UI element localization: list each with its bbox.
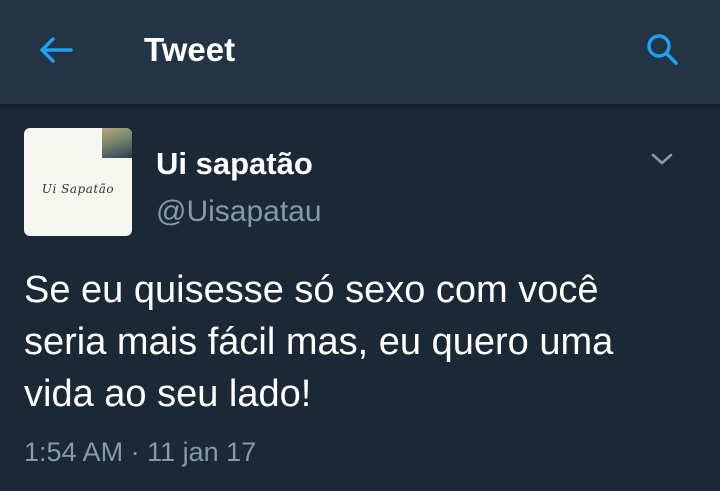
avatar[interactable]: Ui Sapatão <box>24 128 132 236</box>
tweet-text: Se eu quisesse só sexo com você seria ma… <box>24 264 694 420</box>
arrow-left-icon <box>40 37 73 63</box>
avatar-photo-thumbnail <box>102 128 132 158</box>
tweet-text-line: vida ao seu lado! <box>24 373 312 415</box>
meta-separator: · <box>130 437 140 467</box>
tweet-detail: Ui Sapatão Ui sapatão @Uisapatau Se eu q… <box>0 104 720 491</box>
tweet-time: 1:54 AM <box>24 437 124 467</box>
tweet-date: 11 jan 17 <box>147 437 257 467</box>
top-app-bar: Tweet <box>0 0 720 104</box>
page-title: Tweet <box>144 31 236 68</box>
tweet-menu-button[interactable] <box>644 144 680 174</box>
search-icon <box>647 34 678 65</box>
tweet-text-line: Se eu quisesse só sexo com você <box>24 269 599 311</box>
back-button[interactable] <box>34 30 78 70</box>
avatar-logo-text: Ui Sapatão <box>41 182 115 196</box>
author-name[interactable]: Ui sapatão <box>156 144 313 184</box>
tweet-timestamp: 1:54 AM · 11 jan 17 <box>24 434 256 470</box>
search-button[interactable] <box>640 28 686 72</box>
tweet-text-line: seria mais fácil mas, eu quero uma <box>24 321 614 363</box>
chevron-down-icon <box>651 153 673 165</box>
author-handle[interactable]: @Uisapatau <box>156 192 322 232</box>
